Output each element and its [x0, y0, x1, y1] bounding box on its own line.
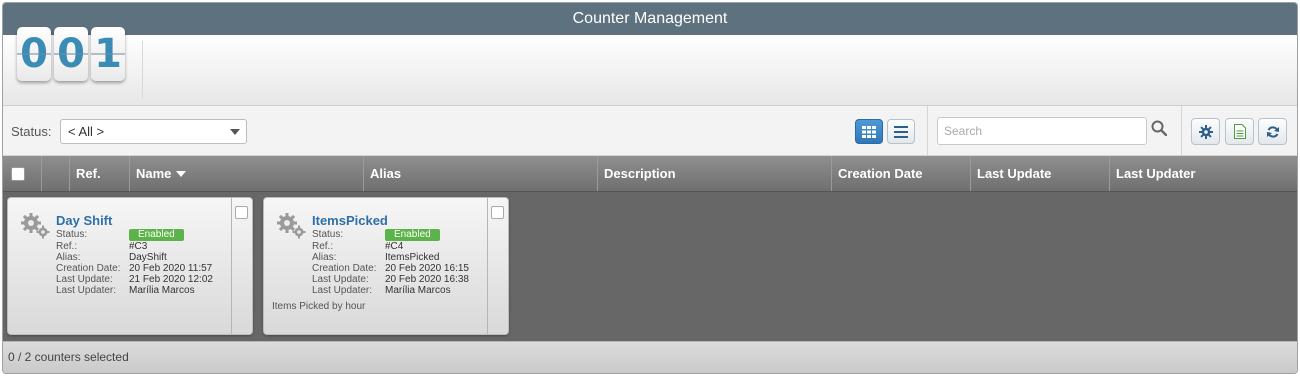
last-update-value: 20 Feb 2020 16:38: [385, 274, 469, 285]
alias-value: DayShift: [129, 252, 167, 263]
prop-label: Alias:: [312, 252, 337, 263]
last-update-value: 21 Feb 2020 12:02: [129, 274, 213, 285]
counter-properties: Status: Enabled Ref.: #C4 Alias: ItemsPicke…: [312, 229, 469, 296]
select-all-cell: [3, 156, 42, 191]
gears-icon: [277, 213, 306, 239]
export-button[interactable]: [1225, 118, 1254, 145]
card-select-checkbox[interactable]: [235, 206, 248, 219]
search-placeholder: Search: [944, 124, 983, 138]
app-window: Counter Management 0 0 1 Status: < All >: [2, 2, 1298, 374]
cards-area: Day Shift Status: Enabled Ref.: #C3 Alias:…: [3, 192, 1297, 341]
prop-label: Status:: [312, 229, 344, 240]
column-header-creation-date[interactable]: Creation Date: [832, 156, 971, 191]
column-header-label: Description: [604, 166, 676, 181]
divider: [927, 106, 928, 156]
counter-digit: 1: [91, 27, 125, 81]
column-header-label: Name: [136, 166, 172, 181]
refresh-icon: [1266, 125, 1279, 138]
prop-label: Status:: [56, 229, 88, 240]
gears-icon: [21, 213, 50, 239]
prop-label: Last Updater:: [56, 285, 117, 296]
chevron-down-icon: [230, 129, 240, 135]
alias-value: ItemsPicked: [385, 252, 440, 263]
ref-value: #C4: [385, 241, 404, 252]
card-select-checkbox[interactable]: [491, 206, 504, 219]
search-input[interactable]: Search: [937, 117, 1147, 145]
column-header-label: Alias: [370, 166, 402, 181]
grid-header: Ref. Name Alias Description Creation Dat…: [3, 156, 1297, 192]
divider: [1181, 106, 1182, 156]
prop-label: Ref.:: [312, 241, 334, 252]
counter-name-link[interactable]: ItemsPicked: [312, 213, 388, 228]
header-panel: 0 0 1: [3, 27, 1297, 106]
prop-label: Creation Date:: [312, 263, 377, 274]
counter-display: 0 0 1: [17, 27, 125, 81]
sort-descending-icon: [176, 170, 187, 177]
divider: [142, 41, 143, 99]
counter-name-link[interactable]: Day Shift: [56, 213, 112, 228]
gear-icon: [1198, 124, 1213, 139]
refresh-button[interactable]: [1258, 118, 1287, 145]
prop-label: Last Updater:: [312, 285, 373, 296]
last-updater-value: Marília Marcos: [129, 285, 195, 296]
prop-label: Ref.:: [56, 241, 78, 252]
status-badge: Enabled: [129, 229, 184, 241]
counter-card[interactable]: ItemsPicked Status: Enabled Ref.: #C4 Alia…: [263, 197, 509, 335]
list-view-button[interactable]: [887, 119, 915, 144]
counter-description: Items Picked by hour: [272, 301, 366, 312]
search-icon: [1151, 120, 1168, 137]
card-select-strip: [487, 198, 508, 334]
ref-value: #C3: [129, 241, 148, 252]
grid-view-icon: [862, 125, 876, 138]
column-header-label: Ref.: [76, 166, 101, 181]
counter-digit: 0: [17, 27, 51, 81]
status-badge: Enabled: [385, 229, 440, 241]
prop-label: Creation Date:: [56, 263, 121, 274]
prop-label: Last Update:: [312, 274, 369, 285]
last-updater-value: Marília Marcos: [385, 285, 451, 296]
counter-card[interactable]: Day Shift Status: Enabled Ref.: #C3 Alias:…: [7, 197, 253, 335]
column-header-alias[interactable]: Alias: [364, 156, 598, 191]
column-spacer: [42, 156, 70, 191]
spreadsheet-icon: [1233, 124, 1246, 139]
column-header-description[interactable]: Description: [598, 156, 832, 191]
toolbar: Status: < All > Search: [3, 106, 1297, 156]
window-title: Counter Management: [3, 3, 1297, 35]
column-header-label: Last Updater: [1116, 166, 1196, 181]
column-header-last-updater[interactable]: Last Updater: [1110, 156, 1297, 191]
counter-digit: 0: [54, 27, 88, 81]
list-view-icon: [894, 125, 908, 138]
selection-status-bar: 0 / 2 counters selected: [3, 341, 1297, 373]
column-header-last-update[interactable]: Last Update: [971, 156, 1110, 191]
prop-label: Last Update:: [56, 274, 113, 285]
column-header-name[interactable]: Name: [130, 156, 364, 191]
column-header-label: Last Update: [977, 166, 1052, 181]
search-button[interactable]: [1151, 120, 1173, 142]
column-header-ref[interactable]: Ref.: [70, 156, 130, 191]
settings-button[interactable]: [1191, 118, 1220, 145]
card-select-strip: [231, 198, 252, 334]
prop-label: Alias:: [56, 252, 81, 263]
status-filter-label: Status:: [11, 124, 52, 139]
status-filter-select[interactable]: < All >: [60, 119, 247, 144]
status-filter-value: < All >: [68, 124, 105, 139]
creation-date-value: 20 Feb 2020 16:15: [385, 263, 469, 274]
creation-date-value: 20 Feb 2020 11:57: [129, 263, 213, 274]
column-header-label: Creation Date: [838, 166, 923, 181]
counter-properties: Status: Enabled Ref.: #C3 Alias: DayShift C…: [56, 229, 213, 296]
selection-count: 0 / 2 counters selected: [8, 350, 129, 364]
select-all-checkbox[interactable]: [11, 166, 25, 181]
grid-view-button[interactable]: [855, 119, 883, 144]
